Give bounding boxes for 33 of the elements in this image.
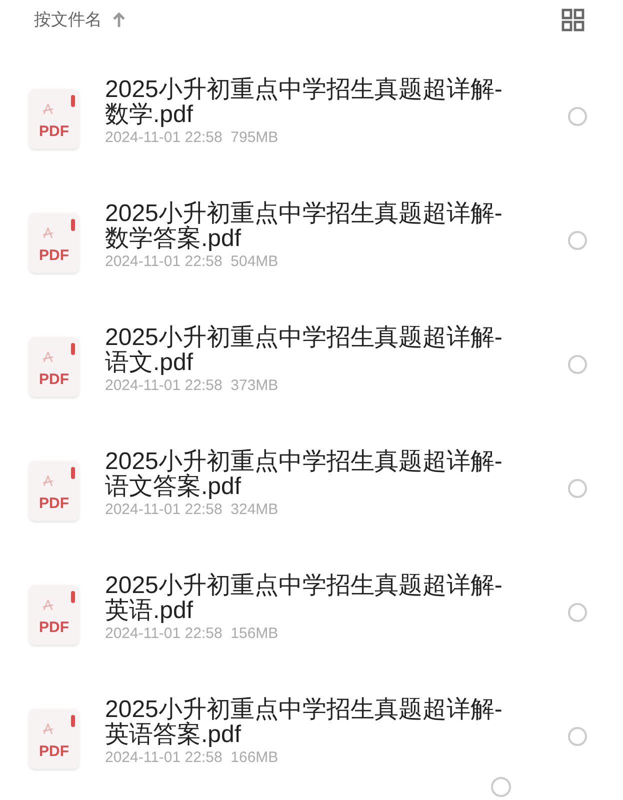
file-name: 2025小升初重点中学招生真题超详解-语文.pdf [105, 325, 503, 375]
select-radio[interactable] [568, 107, 587, 126]
pdf-file-icon: PDF [29, 89, 79, 149]
select-radio[interactable] [568, 603, 587, 622]
file-name: 2025小升初重点中学招生真题超详解-数学答案.pdf [105, 201, 503, 251]
arrow-up-icon[interactable] [112, 12, 126, 28]
pdf-file-icon: PDF [29, 461, 79, 521]
select-radio[interactable] [568, 355, 587, 374]
select-radio[interactable] [568, 231, 587, 250]
pdf-file-icon: PDF [29, 585, 79, 645]
file-row[interactable]: PDF 2025小升初重点中学招生真题超详解-数学答案.pdf 2024-11-01 22:58 504MB [0, 201, 623, 325]
file-name: 2025小升初重点中学招生真题超详解-英语.pdf [105, 573, 503, 623]
select-radio[interactable] [568, 479, 587, 498]
grid-view-icon[interactable] [561, 8, 585, 32]
pdf-file-icon: PDF [29, 213, 79, 273]
file-name: 2025小升初重点中学招生真题超详解-语文答案.pdf [105, 449, 503, 499]
file-meta: 2024-11-01 22:58 795MB [105, 128, 280, 148]
pdf-file-icon: PDF [29, 337, 79, 397]
select-radio[interactable] [568, 727, 587, 746]
file-row[interactable]: PDF 2025小升初重点中学招生真题超详解-英语答案.pdf 2024-11-01 22:58 166MB [0, 697, 623, 800]
file-meta: 2024-11-01 22:58 373MB [105, 376, 280, 396]
file-name: 2025小升初重点中学招生真题超详解-英语答案.pdf [105, 697, 503, 747]
file-row[interactable]: PDF 2025小升初重点中学招生真题超详解-语文答案.pdf 2024-11-01 22:58 324MB [0, 449, 623, 573]
file-meta: 2024-11-01 22:58 324MB [105, 500, 280, 520]
file-row[interactable]: PDF 2025小升初重点中学招生真题超详解-语文.pdf 2024-11-01 22:58 373MB [0, 325, 623, 449]
file-name: 2025小升初重点中学招生真题超详解-数学.pdf [105, 77, 503, 127]
sort-label[interactable]: 按文件名 [34, 7, 102, 33]
pdf-file-icon: PDF [29, 709, 79, 769]
file-meta: 2024-11-01 22:58 504MB [105, 252, 280, 272]
file-row[interactable]: PDF 2025小升初重点中学招生真题超详解-数学.pdf 2024-11-01 22:58 795MB [0, 77, 623, 201]
file-row[interactable]: PDF 2025小升初重点中学招生真题超详解-英语.pdf 2024-11-01 22:58 156MB [0, 573, 623, 697]
file-meta: 2024-11-01 22:58 166MB [105, 748, 280, 768]
file-meta: 2024-11-01 22:58 156MB [105, 624, 280, 644]
